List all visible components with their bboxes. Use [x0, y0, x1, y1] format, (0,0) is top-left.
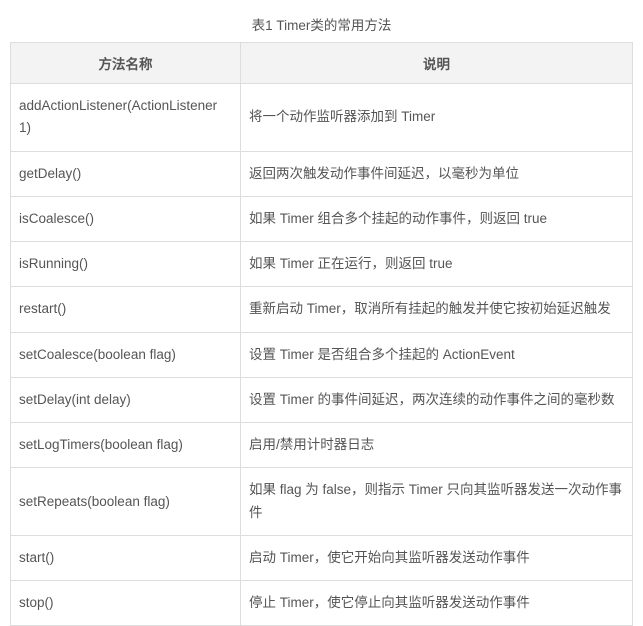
- table-row: getDelay()返回两次触发动作事件间延迟，以毫秒为单位: [11, 151, 633, 196]
- method-name: setDelay(int delay): [11, 377, 241, 422]
- method-name: isRunning(): [11, 242, 241, 287]
- method-desc: 重新启动 Timer，取消所有挂起的触发并使它按初始延迟触发: [241, 287, 633, 332]
- header-row: 方法名称 说明: [11, 43, 633, 84]
- table-container: 表1 Timer类的常用方法 方法名称 说明 addActionListener…: [10, 14, 633, 626]
- method-desc: 如果 Timer 组合多个挂起的动作事件，则返回 true: [241, 196, 633, 241]
- table-row: setLogTimers(boolean flag)启用/禁用计时器日志: [11, 423, 633, 468]
- method-desc: 启动 Timer，使它开始向其监听器发送动作事件: [241, 535, 633, 580]
- method-desc: 启用/禁用计时器日志: [241, 423, 633, 468]
- method-desc: 停止 Timer，使它停止向其监听器发送动作事件: [241, 581, 633, 626]
- method-name: stop(): [11, 581, 241, 626]
- table-row: isRunning()如果 Timer 正在运行，则返回 true: [11, 242, 633, 287]
- method-desc: 将一个动作监听器添加到 Timer: [241, 84, 633, 152]
- table-row: setRepeats(boolean flag)如果 flag 为 false，…: [11, 468, 633, 536]
- method-desc: 如果 Timer 正在运行，则返回 true: [241, 242, 633, 287]
- method-name: addActionListener(ActionListener 1): [11, 84, 241, 152]
- method-name: getDelay(): [11, 151, 241, 196]
- table-row: start()启动 Timer，使它开始向其监听器发送动作事件: [11, 535, 633, 580]
- table-row: setDelay(int delay)设置 Timer 的事件间延迟，两次连续的…: [11, 377, 633, 422]
- method-name: setRepeats(boolean flag): [11, 468, 241, 536]
- table-row: setCoalesce(boolean flag)设置 Timer 是否组合多个…: [11, 332, 633, 377]
- table-row: restart()重新启动 Timer，取消所有挂起的触发并使它按初始延迟触发: [11, 287, 633, 332]
- method-name: start(): [11, 535, 241, 580]
- header-name: 方法名称: [11, 43, 241, 84]
- method-name: setCoalesce(boolean flag): [11, 332, 241, 377]
- table-caption: 表1 Timer类的常用方法: [10, 14, 633, 34]
- method-desc: 返回两次触发动作事件间延迟，以毫秒为单位: [241, 151, 633, 196]
- method-desc: 设置 Timer 是否组合多个挂起的 ActionEvent: [241, 332, 633, 377]
- method-desc: 设置 Timer 的事件间延迟，两次连续的动作事件之间的毫秒数: [241, 377, 633, 422]
- method-desc: 如果 flag 为 false，则指示 Timer 只向其监听器发送一次动作事件: [241, 468, 633, 536]
- method-name: isCoalesce(): [11, 196, 241, 241]
- table-row: addActionListener(ActionListener 1)将一个动作…: [11, 84, 633, 152]
- header-desc: 说明: [241, 43, 633, 84]
- table-row: isCoalesce()如果 Timer 组合多个挂起的动作事件，则返回 tru…: [11, 196, 633, 241]
- method-name: setLogTimers(boolean flag): [11, 423, 241, 468]
- methods-table: 方法名称 说明 addActionListener(ActionListener…: [10, 42, 633, 626]
- method-name: restart(): [11, 287, 241, 332]
- table-row: stop()停止 Timer，使它停止向其监听器发送动作事件: [11, 581, 633, 626]
